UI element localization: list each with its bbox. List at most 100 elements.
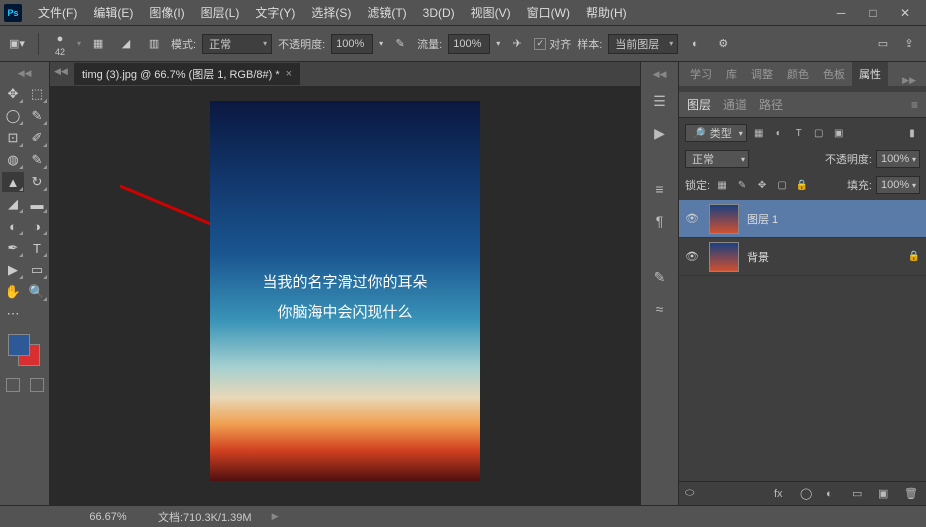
tab-color[interactable]: 颜色 xyxy=(780,62,816,86)
tool-preset-icon[interactable]: ▣▾ xyxy=(6,33,28,55)
move-tool[interactable]: ✥ xyxy=(2,84,24,104)
layer-row[interactable]: 👁 图层 1 xyxy=(679,200,926,238)
layer-row[interactable]: 👁 背景 🔒 xyxy=(679,238,926,276)
doc-collapse-icon[interactable]: ◀◀ xyxy=(54,66,68,77)
filter-type-icon[interactable]: T xyxy=(791,125,807,141)
tab-paths[interactable]: 路径 xyxy=(759,96,783,113)
ignore-adj-icon[interactable]: ◐ xyxy=(684,33,706,55)
quick-mask-icon[interactable] xyxy=(6,378,20,392)
pressure-size-icon[interactable]: ⚙ xyxy=(712,33,734,55)
mask-icon[interactable]: ◯ xyxy=(800,487,816,500)
adjustment-layer-icon[interactable]: ◐ xyxy=(826,488,842,500)
marquee-tool[interactable]: ⬚ xyxy=(26,84,48,104)
blend-toggle-icon[interactable]: ▥ xyxy=(143,33,165,55)
link-layers-icon[interactable]: ⬭ xyxy=(685,487,701,500)
foreground-color-swatch[interactable] xyxy=(8,334,30,356)
paragraph-panel-icon[interactable]: ¶ xyxy=(649,210,671,232)
tab-channels[interactable]: 通道 xyxy=(723,96,747,113)
brush-preview-icon[interactable]: ● xyxy=(49,31,71,47)
toolbox-collapse[interactable]: ◀◀ xyxy=(2,66,47,80)
eyedropper-tool[interactable]: ✐ xyxy=(26,128,48,148)
history-brush-tool[interactable]: ↻ xyxy=(26,172,48,192)
layer-name[interactable]: 背景 xyxy=(747,249,769,265)
dodge-tool[interactable]: ◑ xyxy=(26,216,48,236)
workspace-icon[interactable]: ▭ xyxy=(872,33,894,55)
clone-source-icon[interactable]: ◢ xyxy=(115,33,137,55)
eraser-tool[interactable]: ◢ xyxy=(2,194,24,214)
lock-transparency-icon[interactable]: ▦ xyxy=(714,177,730,193)
edit-toolbar[interactable]: ⋯ xyxy=(2,304,24,324)
fx-icon[interactable]: fx xyxy=(774,488,790,500)
menu-file[interactable]: 文件(F) xyxy=(30,4,85,21)
brush-tool[interactable]: ✎ xyxy=(26,150,48,170)
tab-swatches[interactable]: 色板 xyxy=(816,62,852,86)
lock-pixels-icon[interactable]: ✎ xyxy=(734,177,750,193)
tab-libraries[interactable]: 库 xyxy=(719,62,744,86)
menu-select[interactable]: 选择(S) xyxy=(303,4,359,21)
tab-properties[interactable]: 属性 xyxy=(852,62,888,86)
minimize-button[interactable]: ─ xyxy=(832,6,850,20)
menu-type[interactable]: 文字(Y) xyxy=(247,4,303,21)
new-layer-icon[interactable]: ▣ xyxy=(878,487,894,500)
lasso-tool[interactable]: ◯ xyxy=(2,106,24,126)
close-button[interactable]: ✕ xyxy=(896,6,914,20)
tab-adjustments[interactable]: 调整 xyxy=(744,62,780,86)
zoom-tool[interactable]: 🔍 xyxy=(26,282,48,302)
menu-3d[interactable]: 3D(D) xyxy=(415,6,463,20)
tab-layers[interactable]: 图层 xyxy=(687,96,711,113)
visibility-toggle-icon[interactable]: 👁 xyxy=(685,212,701,225)
blur-tool[interactable]: ◐ xyxy=(2,216,24,236)
shape-tool[interactable]: ▭ xyxy=(26,260,48,280)
gradient-tool[interactable]: ▬ xyxy=(26,194,48,214)
actions-panel-icon[interactable]: ▶ xyxy=(649,122,671,144)
opacity-input[interactable]: 100% xyxy=(331,34,373,54)
airbrush-icon[interactable]: ✈ xyxy=(506,33,528,55)
menu-image[interactable]: 图像(I) xyxy=(141,4,192,21)
screen-mode-icon[interactable] xyxy=(30,378,44,392)
filter-kind-dropdown[interactable]: 🔎类型 xyxy=(685,124,747,142)
right-collapse-icon[interactable]: ◀◀ xyxy=(649,68,671,80)
blend-mode-dropdown[interactable]: 正常 xyxy=(202,34,272,54)
filter-pixel-icon[interactable]: ▦ xyxy=(751,125,767,141)
sample-dropdown[interactable]: 当前图层 xyxy=(608,34,678,54)
filter-toggle-icon[interactable]: ▮ xyxy=(904,125,920,141)
menu-view[interactable]: 视图(V) xyxy=(463,4,519,21)
menu-filter[interactable]: 滤镜(T) xyxy=(359,4,414,21)
fill-input[interactable]: 100% xyxy=(876,176,920,194)
clone-stamp-tool[interactable]: ▲ xyxy=(2,172,24,192)
menu-window[interactable]: 窗口(W) xyxy=(519,4,578,21)
history-panel-icon[interactable]: ☰ xyxy=(649,90,671,112)
menu-edit[interactable]: 编辑(E) xyxy=(85,4,141,21)
quick-select-tool[interactable]: ✎ xyxy=(26,106,48,126)
lock-artboard-icon[interactable]: ▢ xyxy=(774,177,790,193)
crop-tool[interactable]: ⊡ xyxy=(2,128,24,148)
zoom-level[interactable]: 66.67% xyxy=(78,511,138,523)
healing-tool[interactable]: ◍ xyxy=(2,150,24,170)
layer-opacity-input[interactable]: 100% xyxy=(876,150,920,168)
menu-help[interactable]: 帮助(H) xyxy=(578,4,635,21)
layer-thumbnail[interactable] xyxy=(709,204,739,234)
layer-blend-dropdown[interactable]: 正常 xyxy=(685,150,749,168)
close-tab-icon[interactable]: × xyxy=(286,68,292,80)
group-icon[interactable]: ▭ xyxy=(852,487,868,500)
lock-all-icon[interactable]: 🔒 xyxy=(794,177,810,193)
lock-position-icon[interactable]: ✥ xyxy=(754,177,770,193)
layer-name[interactable]: 图层 1 xyxy=(747,211,778,227)
type-tool[interactable]: T xyxy=(26,238,48,258)
aligned-checkbox[interactable]: ✓对齐 xyxy=(534,36,571,52)
swatches-panel-icon[interactable]: ≈ xyxy=(649,298,671,320)
panel-menu-icon[interactable]: ≡ xyxy=(911,98,918,112)
character-panel-icon[interactable]: ≡ xyxy=(649,178,671,200)
hand-tool[interactable]: ✋ xyxy=(2,282,24,302)
document-tab[interactable]: timg (3).jpg @ 66.7% (图层 1, RGB/8#) * × xyxy=(74,63,300,85)
document-info[interactable]: 文档:710.3K/1.39M xyxy=(158,509,252,525)
brush-panel-icon[interactable]: ▦ xyxy=(87,33,109,55)
pressure-opacity-icon[interactable]: ✎ xyxy=(389,33,411,55)
canvas-viewport[interactable]: 当我的名字滑过你的耳朵 你脑海中会闪现什么 xyxy=(50,86,640,505)
filter-shape-icon[interactable]: ▢ xyxy=(811,125,827,141)
tab-learn[interactable]: 学习 xyxy=(683,62,719,86)
delete-layer-icon[interactable]: 🗑 xyxy=(904,487,920,500)
menu-layer[interactable]: 图层(L) xyxy=(193,4,248,21)
visibility-toggle-icon[interactable]: 👁 xyxy=(685,250,701,263)
filter-smart-icon[interactable]: ▣ xyxy=(831,125,847,141)
